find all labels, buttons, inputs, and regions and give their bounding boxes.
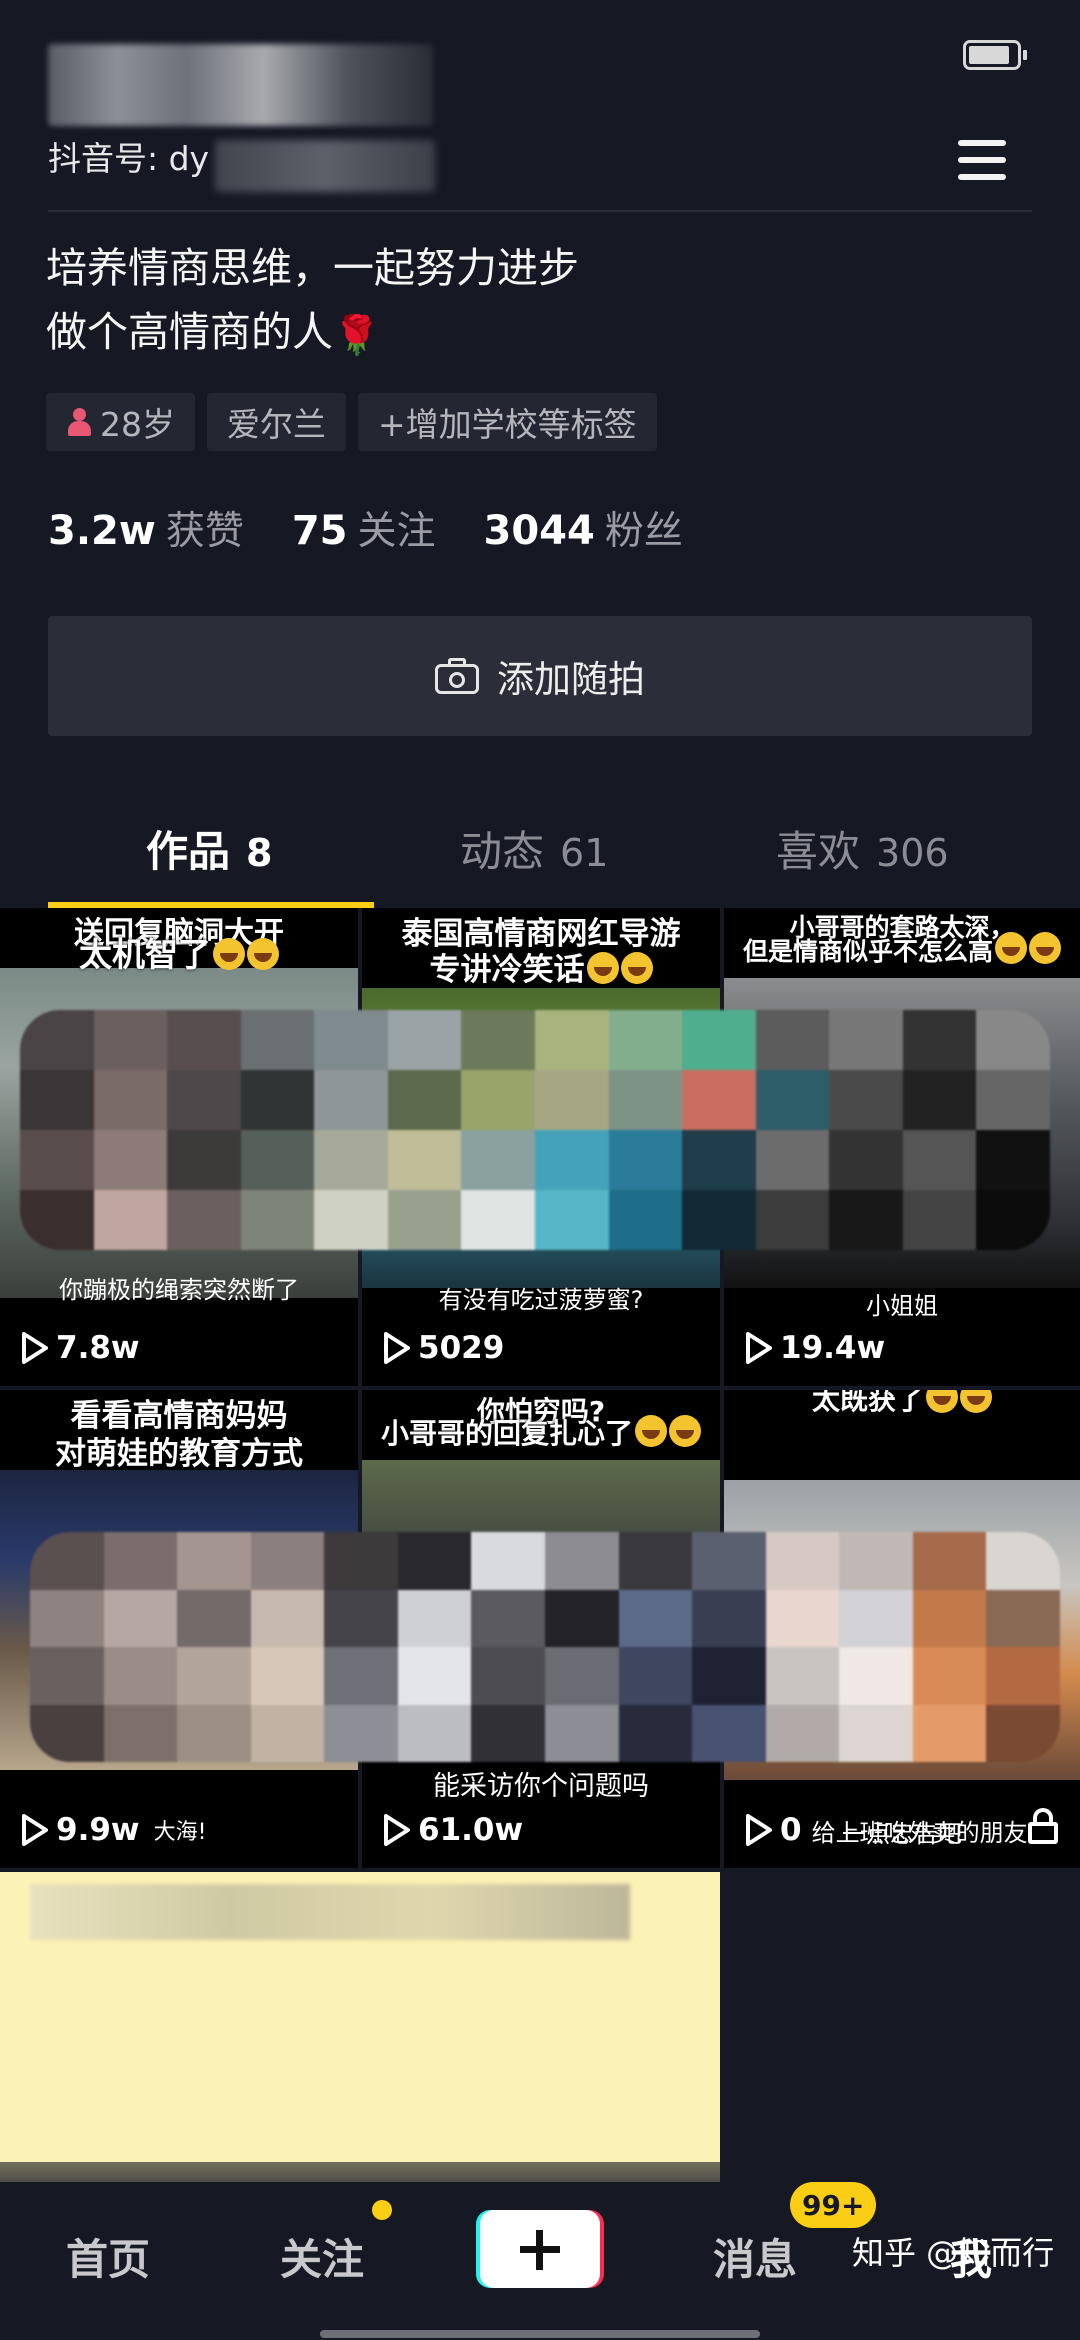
header-divider: [48, 210, 1032, 212]
messages-badge: 99+: [790, 2182, 877, 2228]
video-title: 太既获了: [724, 1390, 1080, 1418]
lock-icon: [1028, 1808, 1058, 1844]
play-icon: [382, 1331, 412, 1365]
play-icon: [744, 1331, 774, 1365]
video-title: 太机智了: [0, 928, 358, 976]
stat-likes[interactable]: 3.2w 获赞: [48, 500, 244, 556]
play-count: 61.0w: [382, 1812, 523, 1848]
add-snap-button[interactable]: 添加随拍: [48, 616, 1032, 736]
following-notification-dot: [372, 2200, 392, 2220]
tab-activity[interactable]: 动态 61: [460, 818, 608, 879]
video-title: 小哥哥的回复扎心了: [362, 1412, 720, 1452]
redacted-nickname: [48, 44, 433, 126]
nav-home[interactable]: 首页: [66, 2226, 150, 2287]
stat-fans[interactable]: 3044 粉丝: [484, 500, 683, 556]
tag-age[interactable]: 28岁: [46, 393, 195, 451]
create-plus-button[interactable]: [476, 2210, 604, 2288]
video-title: 对萌娃的教育方式: [55, 1436, 303, 1472]
play-icon: [20, 1813, 50, 1847]
add-tag-button[interactable]: +增加学校等标签: [358, 393, 657, 451]
tab-likes[interactable]: 喜欢 306: [776, 818, 949, 879]
video-card-blurred[interactable]: [0, 1872, 720, 2182]
blur-mosaic: [30, 1532, 1060, 1762]
profile-stats: 3.2w 获赞 75 关注 3044 粉丝: [48, 500, 683, 556]
bio-line-2: 做个高情商的人🌹: [46, 300, 579, 367]
profile-tabs: 作品 8 动态 61 喜欢 306: [0, 800, 1080, 910]
rose-icon: 🌹: [333, 313, 381, 357]
play-count: 0 给上班吃外卖的朋友: [744, 1812, 1028, 1848]
battery-icon: [963, 40, 1027, 70]
play-count: 5029: [382, 1330, 504, 1366]
video-title: 专讲冷笑话: [362, 944, 720, 989]
play-count: 7.8w: [20, 1330, 140, 1366]
play-icon: [382, 1813, 412, 1847]
douyin-id: 抖音号: dy: [48, 139, 210, 178]
play-icon: [20, 1331, 50, 1365]
redacted-id: [215, 140, 435, 192]
play-count: 9.9w 大海!: [20, 1812, 206, 1848]
bio-line-1: 培养情商思维，一起努力进步: [46, 244, 579, 292]
video-title: 但是情商似乎不怎么高: [724, 932, 1080, 968]
female-icon: [66, 407, 92, 437]
menu-icon[interactable]: [958, 140, 1006, 180]
play-icon: [744, 1813, 774, 1847]
tag-location[interactable]: 爱尔兰: [207, 393, 346, 451]
tab-works[interactable]: 作品 8: [146, 818, 272, 879]
blur-mosaic: [20, 1010, 1050, 1250]
profile-bio: 培养情商思维，一起努力进步 做个高情商的人🌹: [46, 236, 579, 367]
home-indicator: [320, 2330, 760, 2338]
watermark: 知乎 @知而行: [852, 2234, 1055, 2272]
stat-following[interactable]: 75 关注: [292, 500, 436, 556]
camera-icon: [435, 658, 479, 694]
play-count: 19.4w: [744, 1330, 885, 1366]
nav-following[interactable]: 关注: [280, 2226, 364, 2287]
nav-messages[interactable]: 消息: [713, 2226, 797, 2287]
profile-tags: 28岁 爱尔兰 +增加学校等标签: [46, 393, 657, 451]
